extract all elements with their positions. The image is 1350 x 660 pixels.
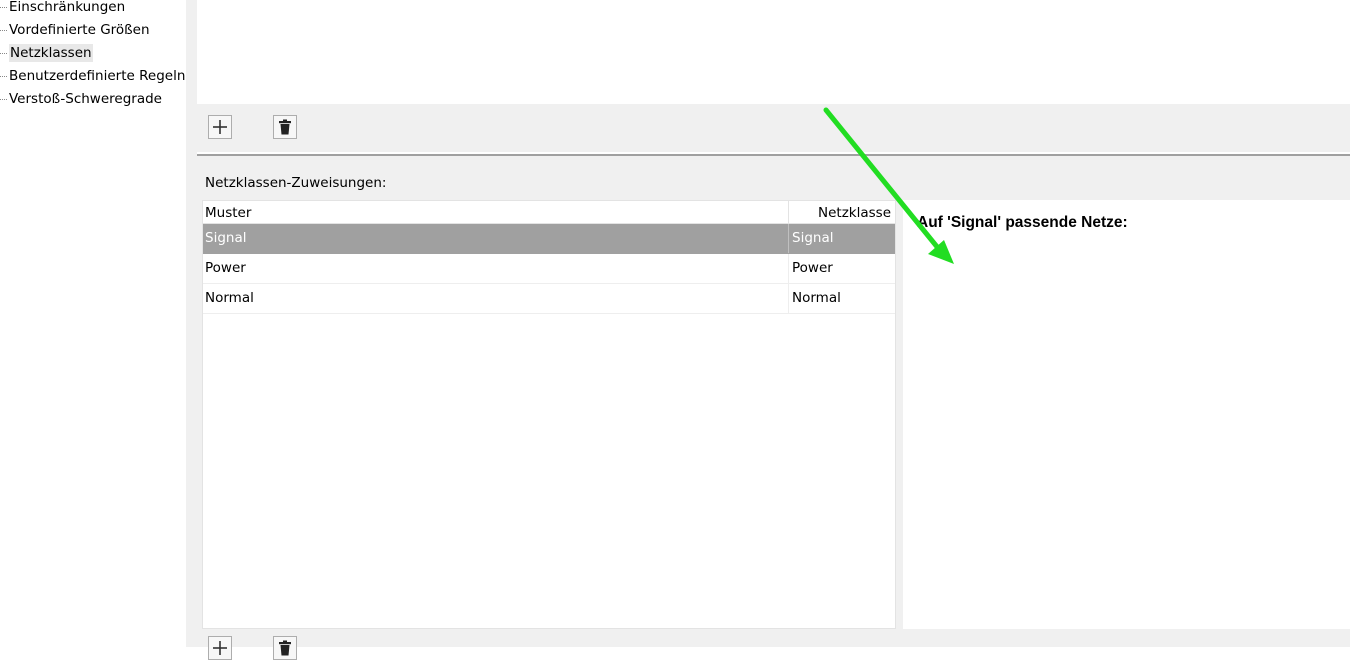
delete-netclass-button[interactable] (273, 115, 297, 139)
tree-item-label: Einschränkungen (9, 0, 126, 15)
table-row[interactable]: Power Power (203, 254, 895, 284)
tree-branch-line (0, 53, 7, 54)
table-row[interactable]: Signal Signal (203, 224, 895, 254)
panel-gutter (186, 0, 197, 647)
assignments-label: Netzklassen-Zuweisungen: (205, 175, 387, 191)
plus-icon (213, 641, 227, 655)
pattern-cell[interactable]: Signal (203, 224, 789, 253)
pattern-cell[interactable]: Normal (203, 284, 789, 313)
tree-item-netzklassen[interactable]: Netzklassen (0, 42, 186, 65)
tree-item-vordefinierte-groessen[interactable]: Vordefinierte Größen (0, 19, 186, 42)
tree-item-label: Verstoß-Schweregrade (9, 91, 162, 107)
table-header: Muster Netzklasse (203, 201, 895, 224)
tree-branch-line (0, 99, 7, 100)
matching-nets-panel: Auf 'Signal' passende Netze: (903, 200, 1350, 629)
tree-item-einschraenkungen[interactable]: Einschränkungen (0, 0, 186, 19)
netclasses-toolbar (197, 104, 1350, 152)
tree-item-label: Netzklassen (9, 44, 93, 62)
netclass-cell[interactable]: Power (789, 254, 895, 283)
add-assignment-button[interactable] (208, 636, 232, 660)
pattern-cell[interactable]: Power (203, 254, 789, 283)
tree-item-verstoss-schweregrade[interactable]: Verstoß-Schweregrade (0, 88, 186, 111)
tree-item-label: Benutzerdefinierte Regeln (9, 68, 186, 84)
column-header-netzklasse[interactable]: Netzklasse (789, 201, 895, 223)
netclasses-grid[interactable] (197, 0, 1350, 104)
settings-tree: Einschränkungen Vordefinierte Größen Net… (0, 0, 186, 111)
column-header-muster[interactable]: Muster (203, 201, 789, 223)
trash-icon (279, 119, 291, 135)
table-row[interactable]: Normal Normal (203, 284, 895, 314)
plus-icon (213, 120, 227, 134)
tree-branch-line (0, 76, 7, 77)
trash-icon (279, 640, 291, 656)
tree-item-benutzerdefinierte-regeln[interactable]: Benutzerdefinierte Regeln (0, 65, 186, 88)
add-netclass-button[interactable] (208, 115, 232, 139)
matching-nets-title: Auf 'Signal' passende Netze: (917, 214, 1128, 231)
assignments-table: Muster Netzklasse Signal Signal Power Po… (202, 200, 896, 629)
tree-item-label: Vordefinierte Größen (9, 22, 150, 38)
netclass-cell[interactable]: Normal (789, 284, 895, 313)
tree-branch-line (0, 30, 7, 31)
delete-assignment-button[interactable] (273, 636, 297, 660)
netclass-cell[interactable]: Signal (789, 224, 895, 253)
tree-branch-line (0, 7, 7, 8)
